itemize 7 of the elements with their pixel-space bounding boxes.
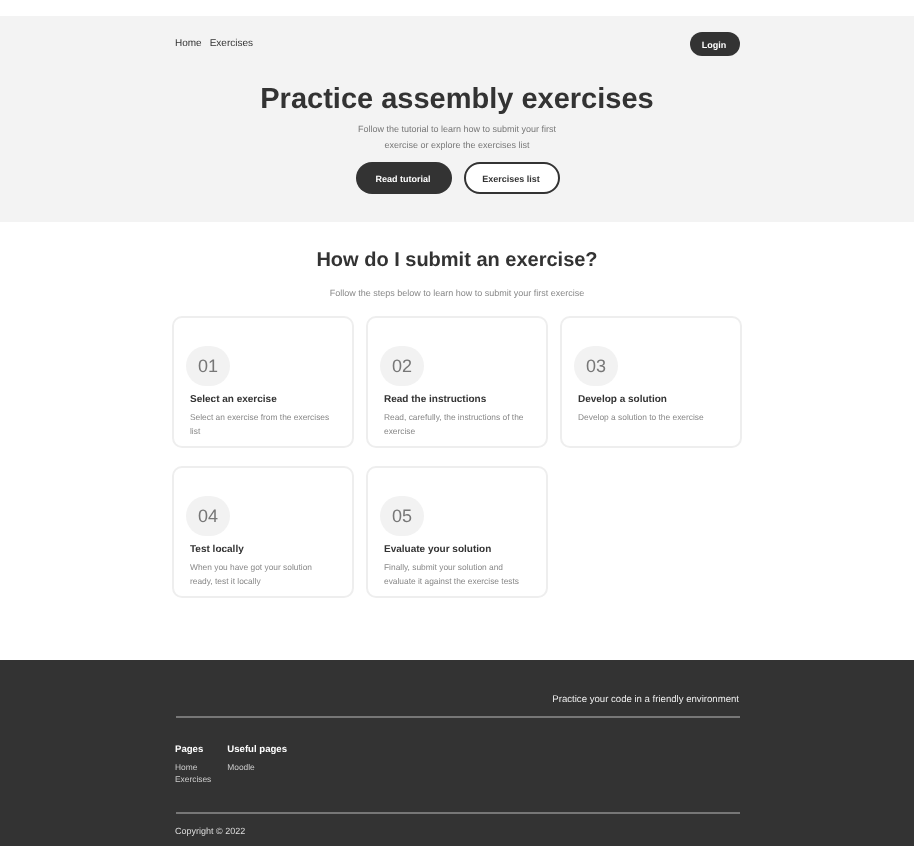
section-title: How do I submit an exercise? [316, 250, 598, 272]
step-number: 04 [186, 496, 230, 536]
hero-title: Practice assembly exercises [260, 82, 654, 118]
step-number: 03 [574, 346, 618, 386]
step-number: 02 [380, 346, 424, 386]
step-number: 01 [186, 346, 230, 386]
step-number: 05 [380, 496, 424, 536]
